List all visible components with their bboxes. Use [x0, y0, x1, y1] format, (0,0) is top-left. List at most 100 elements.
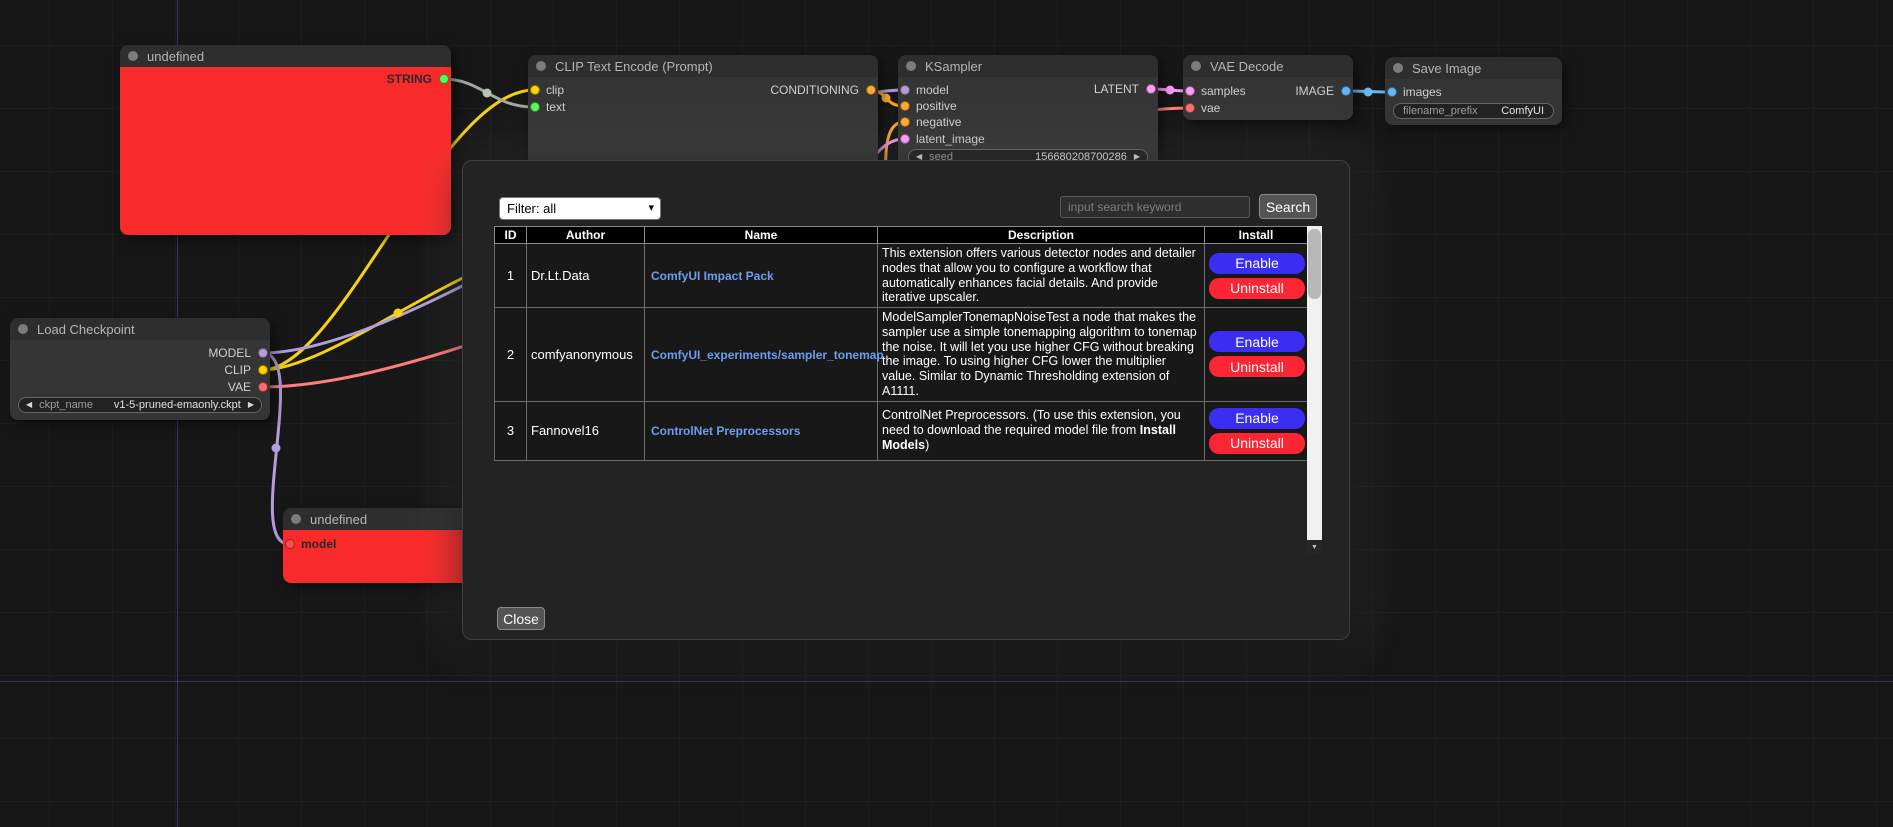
input-slot-model[interactable] [285, 539, 295, 549]
uninstall-button[interactable]: Uninstall [1209, 278, 1305, 299]
search-button[interactable]: Search [1259, 194, 1317, 219]
extension-id: 1 [495, 244, 527, 308]
output-slot-image[interactable] [1341, 86, 1351, 96]
input-slot-negative[interactable] [900, 117, 910, 127]
node-collapse-dot[interactable] [18, 324, 28, 334]
input-slot-label: latent_image [916, 132, 985, 146]
extension-name-cell: ComfyUI_experiments/sampler_tonemap [645, 308, 878, 402]
input-slot-latent-image[interactable] [900, 134, 910, 144]
node-model-error[interactable]: undefined model [283, 508, 473, 583]
uninstall-button[interactable]: Uninstall [1209, 356, 1305, 377]
node-title: Load Checkpoint [37, 322, 135, 337]
node-header[interactable]: Load Checkpoint [10, 318, 270, 340]
column-header-description: Description [878, 227, 1205, 244]
close-button[interactable]: Close [497, 607, 545, 630]
input-slot-label: text [546, 100, 565, 114]
node-save-image[interactable]: Save Image images filename_prefix ComfyU… [1385, 57, 1562, 125]
link-midpoint-dot [1166, 86, 1175, 95]
link-midpoint-dot [1364, 88, 1373, 97]
extension-table-wrap: ID Author Name Description Install 1Dr.L… [494, 226, 1307, 554]
extension-table-body: 1Dr.Lt.DataComfyUI Impact PackThis exten… [495, 244, 1308, 461]
filename-prefix-widget[interactable]: filename_prefix ComfyUI [1393, 103, 1554, 119]
output-slot-label: VAE [228, 380, 251, 394]
output-slot-vae[interactable] [258, 382, 268, 392]
link-midpoint-dot [394, 309, 403, 318]
table-scrollbar[interactable]: ▼ [1307, 226, 1322, 554]
search-input[interactable] [1060, 196, 1250, 218]
column-header-id: ID [495, 227, 527, 244]
enable-button[interactable]: Enable [1209, 253, 1305, 274]
link-midpoint-dot [483, 89, 492, 98]
output-slot-model[interactable] [258, 348, 268, 358]
output-slot-label: LATENT [1094, 82, 1139, 96]
scroll-down-button[interactable]: ▼ [1307, 540, 1322, 554]
input-slot-label: negative [916, 115, 961, 129]
column-header-author: Author [527, 227, 645, 244]
node-header[interactable]: undefined [283, 508, 473, 530]
extension-name-link[interactable]: ControlNet Preprocessors [651, 424, 800, 438]
column-header-name: Name [645, 227, 878, 244]
node-title: undefined [147, 49, 204, 64]
node-header[interactable]: VAE Decode [1183, 55, 1353, 77]
node-collapse-dot[interactable] [1393, 63, 1403, 73]
enable-button[interactable]: Enable [1209, 331, 1305, 352]
manager-dialog: Filter: all ▾ Search ID Author Name Desc… [462, 160, 1350, 640]
input-slot-label: model [916, 83, 949, 97]
ckpt-name-widget[interactable]: ◀ ckpt_name v1-5-pruned-emaonly.ckpt ▶ [18, 397, 262, 413]
extension-name-link[interactable]: ComfyUI_experiments/sampler_tonemap [651, 348, 884, 362]
extension-row: 3Fannovel16 ControlNet Preprocessors Contr… [495, 401, 1308, 460]
table-header-row: ID Author Name Description Install [495, 227, 1308, 244]
node-load-checkpoint[interactable]: Load Checkpoint MODEL CLIP VAE ◀ ckpt_na… [10, 318, 270, 420]
filter-select-wrap: Filter: all ▾ [499, 197, 661, 220]
extension-name-link[interactable]: ComfyUI Impact Pack [651, 269, 774, 283]
node-vae-decode[interactable]: VAE Decode samples vae IMAGE [1183, 55, 1353, 120]
widget-decrement-arrow-icon[interactable]: ◀ [26, 401, 32, 409]
node-title: undefined [310, 512, 367, 527]
input-slot-clip[interactable] [530, 85, 540, 95]
widget-increment-arrow-icon[interactable]: ▶ [248, 401, 254, 409]
input-slot-label: model [301, 537, 336, 551]
column-header-install: Install [1205, 227, 1308, 244]
node-collapse-dot[interactable] [1191, 61, 1201, 71]
node-title: CLIP Text Encode (Prompt) [555, 59, 713, 74]
output-slot-conditioning[interactable] [866, 85, 876, 95]
input-slot-positive[interactable] [900, 101, 910, 111]
extension-author: Fannovel16 [527, 401, 645, 460]
output-slot-latent[interactable] [1146, 84, 1156, 94]
input-slot-label: clip [546, 83, 564, 97]
extension-install-cell: Enable Uninstall [1205, 308, 1308, 402]
output-slot-clip[interactable] [258, 365, 268, 375]
extension-id: 3 [495, 401, 527, 460]
output-slot-label: IMAGE [1295, 84, 1334, 98]
extension-install-cell: Enable Uninstall [1205, 401, 1308, 460]
node-header[interactable]: undefined [120, 45, 451, 67]
node-collapse-dot[interactable] [128, 51, 138, 61]
node-header[interactable]: Save Image [1385, 57, 1562, 79]
uninstall-button[interactable]: Uninstall [1209, 433, 1305, 454]
node-primitive-string[interactable]: undefined STRING [120, 45, 451, 235]
input-slot-images[interactable] [1387, 87, 1397, 97]
output-slot-label: MODEL [208, 346, 251, 360]
filter-select[interactable]: Filter: all [499, 197, 661, 220]
input-slot-model[interactable] [900, 85, 910, 95]
input-slot-samples[interactable] [1185, 86, 1195, 96]
arrow-down-icon: ▼ [1311, 544, 1318, 551]
scrollbar-thumb[interactable] [1308, 229, 1321, 299]
node-collapse-dot[interactable] [906, 61, 916, 71]
input-slot-vae[interactable] [1185, 103, 1195, 113]
extension-description: ControlNet Preprocessors. (To use this e… [878, 401, 1205, 460]
input-slot-label: positive [916, 99, 957, 113]
node-header[interactable]: CLIP Text Encode (Prompt) [528, 55, 878, 77]
comfyui-canvas[interactable]: undefined STRING CLIP Text Encode (Promp… [0, 0, 1893, 827]
input-slot-label: samples [1201, 84, 1246, 98]
link-midpoint-dot [272, 444, 281, 453]
node-collapse-dot[interactable] [536, 61, 546, 71]
node-collapse-dot[interactable] [291, 514, 301, 524]
input-slot-label: vae [1201, 101, 1220, 115]
widget-label: ckpt_name [39, 399, 93, 411]
input-slot-text[interactable] [530, 102, 540, 112]
output-slot-string[interactable] [439, 74, 449, 84]
extension-name-cell: ControlNet Preprocessors [645, 401, 878, 460]
enable-button[interactable]: Enable [1209, 408, 1305, 429]
node-header[interactable]: KSampler [898, 55, 1158, 77]
